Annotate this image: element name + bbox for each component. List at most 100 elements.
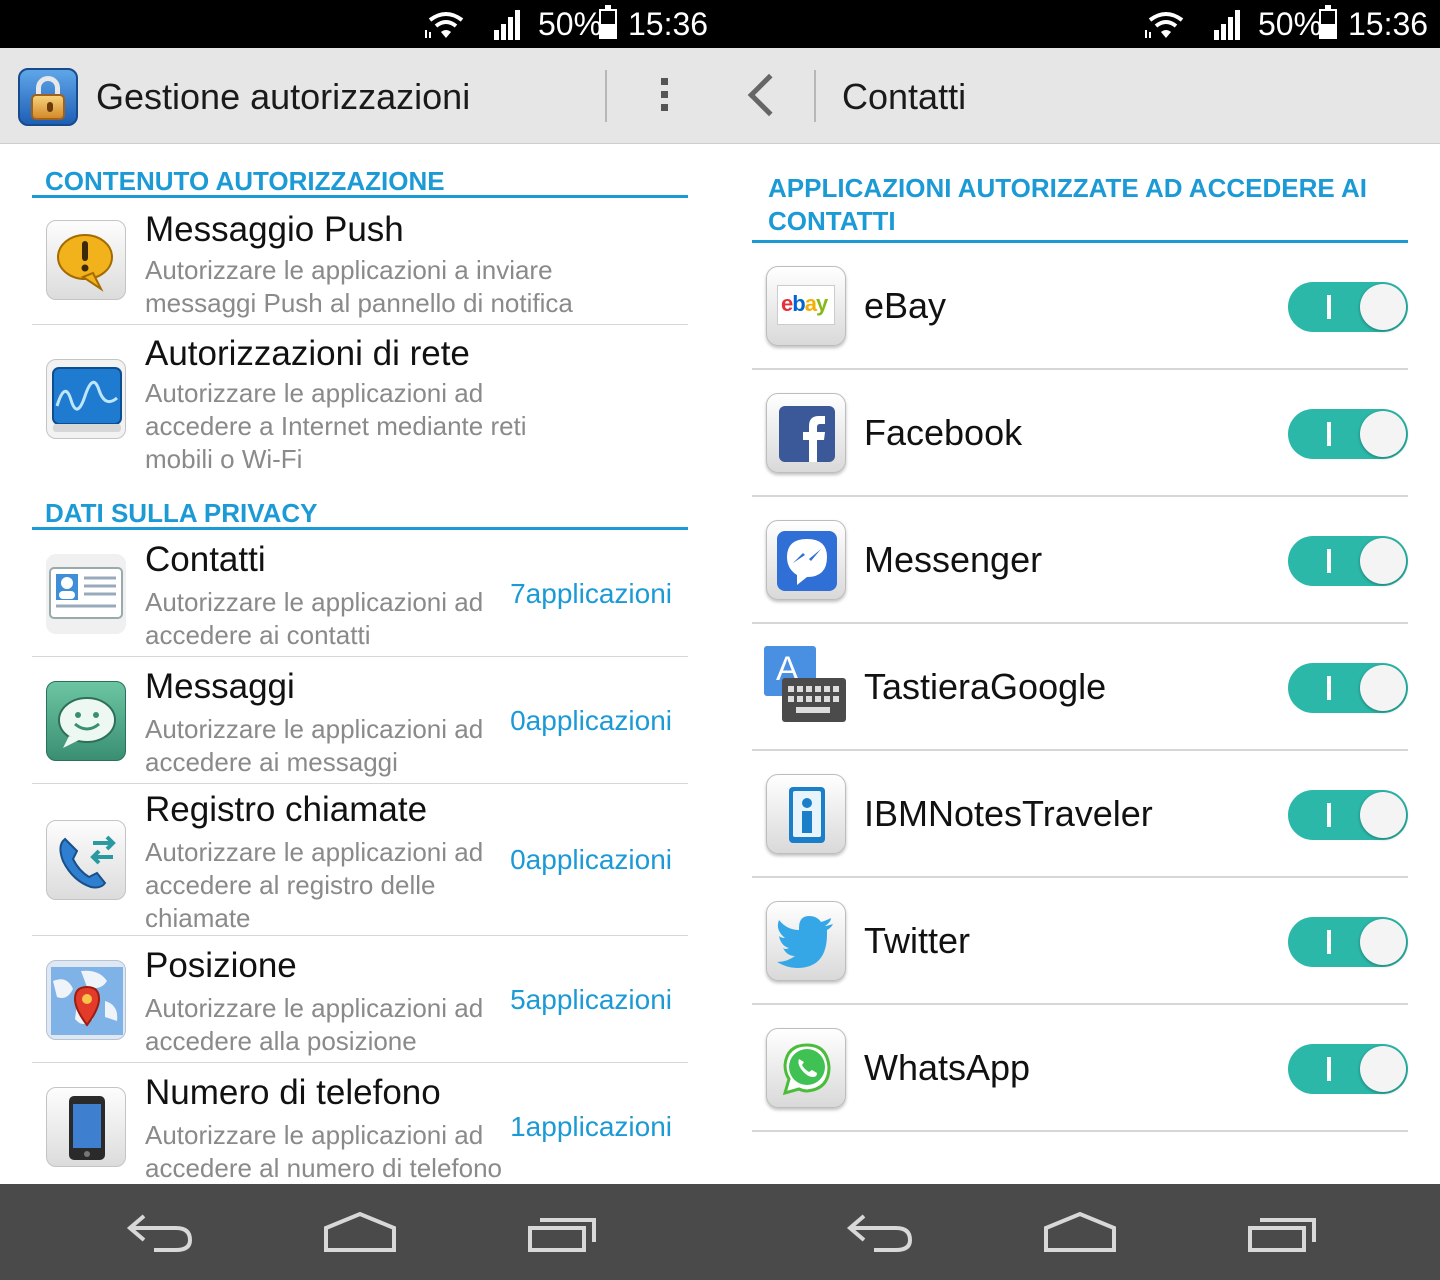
item-title: Contatti [145,540,266,579]
back-icon[interactable] [124,1210,196,1254]
battery-fill [1321,24,1335,37]
item-description: accedere alla posizione [145,1026,417,1056]
action-bar: Contatti [720,48,1440,144]
app-row-facebook[interactable]: Facebook [752,370,1408,497]
item-description: Autorizzare le applicazioni a inviare [145,255,553,285]
item-description: Autorizzare le applicazioni ad [145,714,484,744]
contacts-card-icon [46,554,126,634]
item-description: Autorizzare le applicazioni ad [145,378,484,408]
network-icon [46,359,126,439]
list-item-messages[interactable]: Messaggi Autorizzare le applicazioni ad … [32,657,688,784]
phone-icon [46,1087,126,1167]
facebook-icon [766,393,846,473]
ebay-logo-text: ebay [781,291,828,316]
battery-percent: 50% [1258,6,1323,42]
battery-icon [599,5,617,39]
app-row-ebay[interactable]: ebay eBay [752,243,1408,370]
permission-manager-screen: 50% 15:36 Gestione autorizzazioni CONTEN… [0,0,720,1280]
app-name: WhatsApp [864,1047,1031,1088]
app-row-twitter[interactable]: Twitter [752,878,1408,1005]
permission-toggle[interactable] [1288,1044,1408,1094]
list-item-contacts[interactable]: Contatti Autorizzare le applicazioni ad … [32,530,688,657]
whatsapp-icon [766,1028,846,1108]
section-header-line: APPLICAZIONI AUTORIZZATE AD ACCEDERE AI [768,173,1367,203]
home-icon[interactable] [322,1210,398,1254]
recents-icon[interactable] [1246,1210,1318,1254]
wifi-icon [425,12,464,38]
list-item-phone-number[interactable]: Numero di telefono Autorizzare le applic… [32,1063,688,1184]
permission-toggle[interactable] [1288,282,1408,332]
back-icon[interactable] [844,1210,916,1254]
item-description: Autorizzare le applicazioni ad [145,1120,484,1150]
page-title: Contatti [842,76,967,117]
action-bar: Gestione autorizzazioni [0,48,720,144]
app-name: TastieraGoogle [864,666,1107,707]
item-description: accedere al numero di telefono [145,1153,503,1183]
item-description: mobili o Wi-Fi [145,444,303,474]
status-bar: 50% 15:36 [0,0,720,48]
item-title: Numero di telefono [145,1073,441,1112]
app-name: eBay [864,285,947,326]
item-description: Autorizzare le applicazioni ad [145,587,484,617]
ebay-logo: ebay [781,291,828,317]
item-description: accedere ai messaggi [145,747,398,777]
app-name: IBMNotesTraveler [864,793,1153,834]
item-title: Autorizzazioni di rete [145,334,470,373]
contacts-permission-screen: 50% 15:36 Contatti APPLICAZIONI AUTORIZZ… [720,0,1440,1280]
list-item-push-message[interactable]: Messaggio Push Autorizzare le applicazio… [32,198,688,325]
push-message-icon [46,220,126,300]
app-row-google-keyboard[interactable]: A TastieraGoogle [752,624,1408,751]
app-row-ibm-notes-traveler[interactable]: IBMNotesTraveler [752,751,1408,878]
status-bar: 50% 15:36 [720,0,1440,48]
app-count: 7applicazioni [510,578,672,609]
section-header-privacy-data: DATI SULLA PRIVACY [32,498,688,530]
permission-toggle[interactable] [1288,536,1408,586]
item-description: chiamate [145,903,251,933]
ebay-icon: ebay [766,266,846,346]
clock: 15:36 [628,6,709,42]
item-description: accedere a Internet mediante reti [145,411,527,441]
ibm-notes-traveler-icon [766,774,846,854]
section-header-authorized-apps: APPLICAZIONI AUTORIZZATE AD ACCEDERE AI … [752,172,1408,243]
app-name: Facebook [864,412,1023,453]
item-description: accedere ai contatti [145,620,371,650]
item-description: messaggi Push al pannello di notifica [145,288,573,318]
permission-toggle[interactable] [1288,790,1408,840]
app-count: 0applicazioni [510,844,672,875]
messenger-icon [766,520,846,600]
page-title: Gestione autorizzazioni [96,76,471,117]
list-item-location[interactable]: Posizione Autorizzare le applicazioni ad… [32,936,688,1063]
permission-toggle[interactable] [1288,917,1408,967]
google-keyboard-icon: A [764,646,850,728]
list-item-network-permissions[interactable]: Autorizzazioni di rete Autorizzare le ap… [32,325,688,495]
battery-percent: 50% [538,6,603,42]
permission-toggle[interactable] [1288,409,1408,459]
lock-app-icon [18,68,78,126]
list-item-call-log[interactable]: Registro chiamate Autorizzare le applica… [32,784,688,936]
navigation-bar [720,1184,1440,1280]
overflow-menu-icon[interactable] [658,78,670,118]
app-row-messenger[interactable]: Messenger [752,497,1408,624]
battery-fill [601,24,615,37]
app-count: 5applicazioni [510,984,672,1015]
signal-icon [1214,10,1240,40]
item-title: Messaggi [145,667,295,706]
twitter-icon [766,901,846,981]
app-row-whatsapp[interactable]: WhatsApp [752,1005,1408,1132]
location-map-icon [46,960,126,1040]
clock: 15:36 [1348,6,1429,42]
item-description: Autorizzare le applicazioni ad [145,837,484,867]
item-description: Autorizzare le applicazioni ad [145,993,484,1023]
messages-icon [46,681,126,761]
item-title: Registro chiamate [145,790,428,829]
divider [814,70,816,122]
permission-toggle[interactable] [1288,663,1408,713]
home-icon[interactable] [1042,1210,1118,1254]
app-name: Twitter [864,920,971,961]
item-description: accedere al registro delle [145,870,436,900]
section-header-permission-content: CONTENUTO AUTORIZZAZIONE [32,166,688,198]
section-header-line: CONTATTI [768,206,896,236]
chevron-left-icon[interactable] [747,73,791,117]
recents-icon[interactable] [526,1210,598,1254]
battery-icon [1319,5,1337,39]
